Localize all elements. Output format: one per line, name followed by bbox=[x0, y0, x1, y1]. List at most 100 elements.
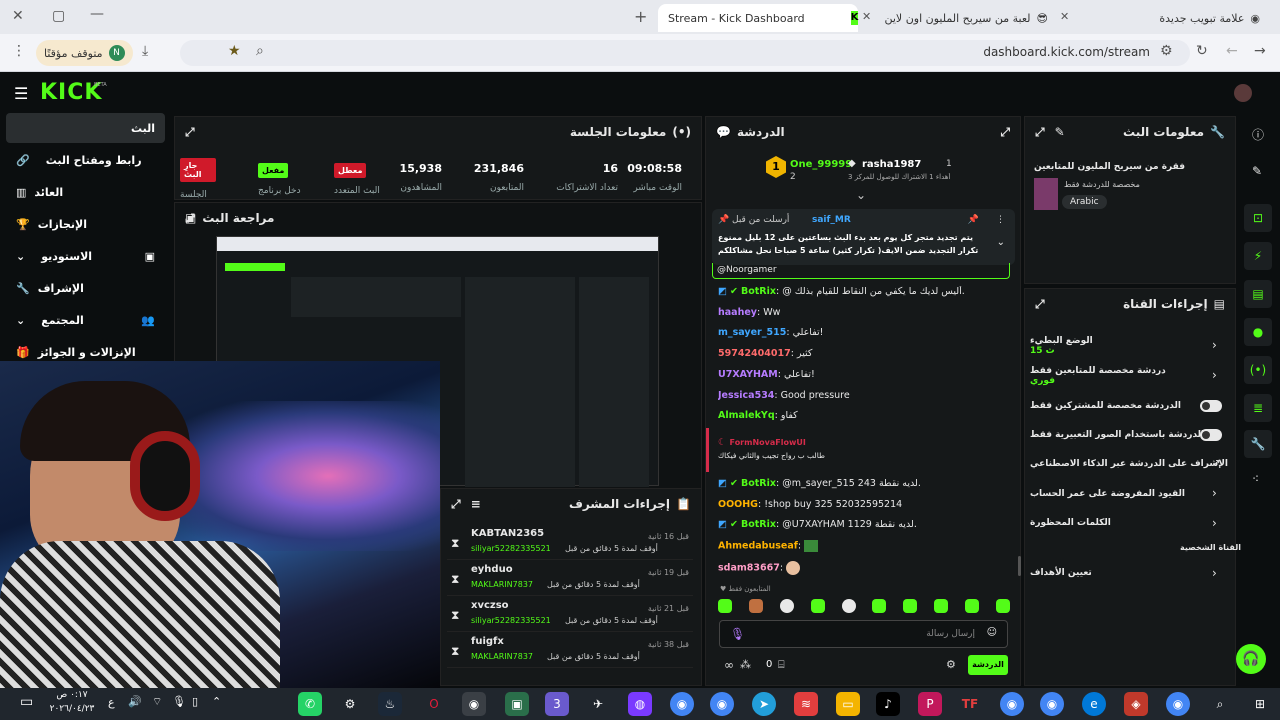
chevron-right-icon[interactable]: › bbox=[1212, 516, 1217, 530]
sidebar-item-stream-key[interactable]: 🔗 رابط ومفتاح البث bbox=[6, 145, 165, 175]
sidebar-item-stream[interactable]: البث bbox=[6, 113, 165, 143]
mod-by-user[interactable]: MAKLARIN7837 bbox=[471, 652, 533, 661]
user-avatar[interactable] bbox=[1234, 84, 1252, 102]
app-icon[interactable]: ◈ bbox=[1124, 692, 1148, 716]
streamlabs-icon[interactable]: ▣ bbox=[505, 692, 529, 716]
sidebar-item-studio[interactable]: ⌄ الاستوديو ▣ bbox=[6, 241, 165, 271]
leader-name[interactable]: rasha1987 bbox=[862, 159, 921, 170]
close-tab-icon[interactable]: ✕ bbox=[1060, 10, 1069, 23]
close-tab-icon[interactable]: ✕ bbox=[862, 10, 871, 23]
expand-chevron-icon[interactable]: ⌄ bbox=[997, 237, 1005, 248]
chevron-right-icon[interactable]: › bbox=[1212, 368, 1217, 382]
stream-category[interactable]: مخصصة للدردشة فقط bbox=[1064, 180, 1140, 189]
external-link-icon[interactable]: ↗ bbox=[1212, 458, 1220, 469]
info-icon[interactable]: ⓘ bbox=[1252, 126, 1264, 143]
mod-action-row[interactable]: ⧗ fuigfx MAKLARIN7837 أوقف لمدة 5 دقائق … bbox=[447, 634, 693, 668]
emote-icon[interactable] bbox=[779, 599, 794, 613]
profile-paused-pill[interactable]: متوقف مؤقتًا N bbox=[36, 40, 133, 66]
search-icon[interactable]: ⌕ bbox=[1208, 692, 1232, 716]
menu-dots-icon[interactable]: ⋮ bbox=[12, 43, 26, 59]
emote-icon[interactable] bbox=[748, 599, 763, 613]
ai-moderation-row[interactable]: الإشراف على الدردشة عبر الذكاء الاصطناعي bbox=[1030, 459, 1230, 469]
mod-action-row[interactable]: ⧗ KABTAN2365 siliyar52282335521 أوقف لمد… bbox=[447, 526, 693, 560]
chat-username[interactable]: haahey bbox=[718, 307, 757, 318]
sidebar-item-community[interactable]: ⌄ المجتمع 👥 bbox=[6, 305, 165, 335]
network-icon[interactable]: ⌔ bbox=[152, 695, 162, 709]
battery-icon[interactable]: ▯ bbox=[192, 695, 198, 708]
account-age-row[interactable]: القيود المفروضة على عمر الحساب bbox=[1030, 489, 1230, 499]
popout-icon[interactable]: ⤢ bbox=[1035, 125, 1045, 140]
notification-icon[interactable]: ▭ bbox=[20, 694, 33, 710]
quick-action-button[interactable]: 🔧 bbox=[1244, 430, 1272, 458]
chrome-icon[interactable]: ◉ bbox=[1000, 692, 1024, 716]
quick-action-button[interactable]: ▤ bbox=[1244, 280, 1272, 308]
new-tab-icon[interactable]: + bbox=[634, 7, 647, 26]
leader-name[interactable]: One_99999 bbox=[790, 159, 852, 170]
infinity-icon[interactable]: ∞ bbox=[724, 658, 734, 672]
send-chat-button[interactable]: الدردشة bbox=[968, 655, 1008, 675]
chevron-right-icon[interactable]: › bbox=[1212, 486, 1217, 500]
steam-icon[interactable]: ♨ bbox=[378, 692, 402, 716]
emote-icon[interactable] bbox=[810, 599, 825, 613]
gift-icon[interactable]: ⌸ bbox=[778, 658, 785, 672]
tab-new[interactable]: علامة تبويب جديدة ◉ bbox=[1070, 4, 1270, 32]
language-indicator[interactable]: ع bbox=[108, 696, 115, 709]
maximize-icon[interactable]: ▢ bbox=[52, 8, 65, 24]
chrome-icon[interactable]: ◉ bbox=[670, 692, 694, 716]
whatsapp-icon[interactable]: ✆ bbox=[298, 692, 322, 716]
popout-icon[interactable]: ⤢ bbox=[185, 125, 195, 140]
pencil-icon[interactable]: ✎ bbox=[1252, 164, 1262, 178]
banned-words-row[interactable]: الكلمات المحظورة bbox=[1030, 518, 1230, 528]
volume-icon[interactable]: 🔊 bbox=[128, 695, 142, 708]
app-icon[interactable]: ≋ bbox=[794, 692, 818, 716]
url-text[interactable]: dashboard.kick.com/stream bbox=[900, 45, 1150, 59]
edge-icon[interactable]: e bbox=[1082, 692, 1106, 716]
chat-username[interactable]: sdam83667 bbox=[718, 563, 780, 574]
chevron-right-icon[interactable]: › bbox=[1212, 566, 1217, 580]
chrome-icon[interactable]: ◉ bbox=[1166, 692, 1190, 716]
emote-icon[interactable] bbox=[903, 599, 918, 613]
minimize-icon[interactable]: — bbox=[90, 6, 104, 22]
mod-target-user[interactable]: xvczso bbox=[471, 600, 509, 611]
start-icon[interactable]: ⊞ bbox=[1248, 692, 1272, 716]
app-icon[interactable]: P bbox=[918, 692, 942, 716]
app-icon[interactable]: 3 bbox=[545, 692, 569, 716]
chat-username[interactable]: BotRix bbox=[741, 478, 776, 489]
emote-icon[interactable] bbox=[841, 599, 856, 613]
help-chat-button[interactable]: 🎧 bbox=[1236, 644, 1266, 674]
emoji-picker-icon[interactable]: ☺ bbox=[987, 627, 997, 638]
close-window-icon[interactable]: ✕ bbox=[12, 8, 24, 24]
subscribers-only-toggle[interactable] bbox=[1200, 400, 1222, 412]
mod-target-user[interactable]: fuigfx bbox=[471, 636, 504, 647]
filter-icon[interactable]: ≡ bbox=[471, 497, 481, 512]
chat-username[interactable]: BotRix bbox=[741, 519, 776, 530]
chat-username[interactable]: Ahmedabuseaf bbox=[718, 541, 798, 552]
telegram-icon[interactable]: ➤ bbox=[752, 692, 776, 716]
chat-username[interactable]: FormNovaFlowUI bbox=[730, 438, 806, 447]
quick-action-button[interactable]: ● bbox=[1244, 318, 1272, 346]
tray-chevron-icon[interactable]: ⌃ bbox=[212, 695, 221, 708]
chat-scrollbar[interactable] bbox=[1018, 556, 1021, 576]
popout-icon[interactable]: ⤢ bbox=[451, 497, 461, 512]
settings-icon[interactable]: ⚙ bbox=[338, 692, 362, 716]
emote-icon[interactable] bbox=[718, 599, 732, 613]
emotes-only-toggle[interactable] bbox=[1200, 429, 1222, 441]
tiktok-icon[interactable]: ♪ bbox=[876, 692, 900, 716]
chat-username[interactable]: Jessica534 bbox=[718, 390, 774, 401]
mod-by-user[interactable]: siliyar52282335521 bbox=[471, 544, 551, 553]
chrome-icon[interactable]: ◉ bbox=[1040, 692, 1064, 716]
mod-target-user[interactable]: KABTAN2365 bbox=[471, 528, 544, 539]
discord-icon[interactable]: ◍ bbox=[628, 692, 652, 716]
mod-target-user[interactable]: eyhduo bbox=[471, 564, 513, 575]
edit-icon[interactable]: ✎ bbox=[1055, 125, 1065, 140]
quick-action-button[interactable]: ≣ bbox=[1244, 394, 1272, 422]
reload-icon[interactable]: ↻ bbox=[1196, 43, 1208, 59]
mod-by-user[interactable]: siliyar52282335521 bbox=[471, 616, 551, 625]
set-goals-row[interactable]: تعيين الأهداف bbox=[1030, 568, 1230, 578]
collapse-chevron-icon[interactable]: ⌄ bbox=[856, 188, 866, 202]
forward-icon[interactable]: ← bbox=[1226, 43, 1238, 59]
clock-time[interactable]: ٠:١٧ ص bbox=[48, 690, 96, 700]
more-icon[interactable]: ⋮ bbox=[996, 215, 1005, 225]
slow-mode-row[interactable]: الوضع البطيء 15 ث bbox=[1030, 336, 1230, 356]
mic-icon[interactable]: 🎙 bbox=[730, 627, 745, 641]
